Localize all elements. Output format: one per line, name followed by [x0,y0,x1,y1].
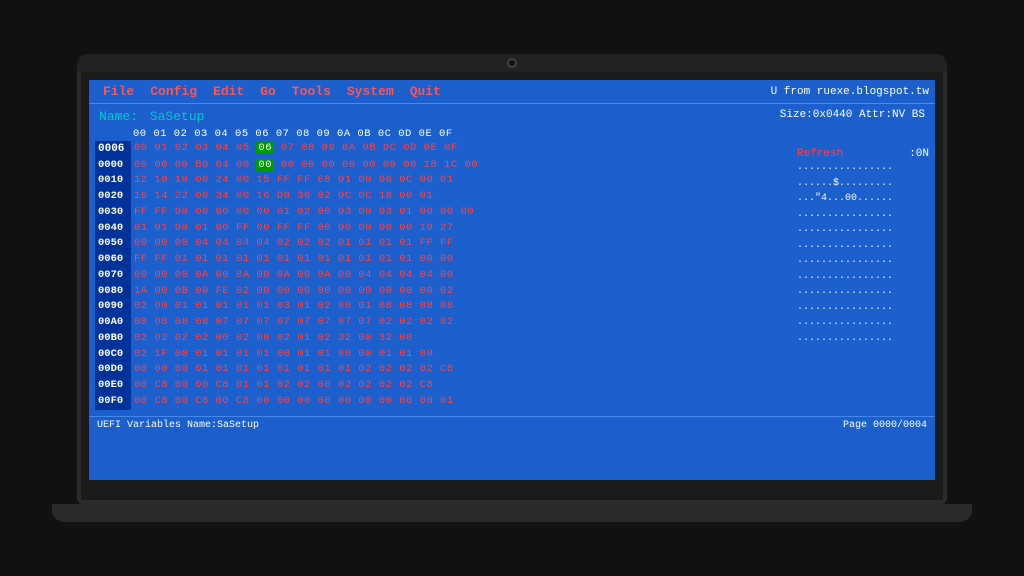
table-row: 00C0 02 1F 00 01 01 01 01 00 01 01 00 00… [95,347,789,363]
hex-bytes: 00 00 00 0A 00 0A 00 0A 00 0A 00 04 04 0… [134,268,454,284]
table-row: 00B0 02 02 02 02 00 02 00 02 01 02 32 00… [95,331,789,347]
hex-addr: 0040 [95,221,131,237]
menu-tools[interactable]: Tools [284,83,339,100]
ascii-row: ................ [797,284,929,300]
hex-addr: 0050 [95,236,131,252]
hex-bytes: 00 00 00 B0 04 00 00 00 00 00 00 00 00 0… [134,158,478,174]
status-right: Page 0000/0004 [843,420,927,431]
menu-bar: File Config Edit Go Tools System Quit U … [89,80,935,104]
hex-addr: 0020 [95,189,131,205]
table-row: 00F0 00 C8 00 C8 00 C8 00 00 00 00 00 00… [95,394,789,410]
hex-addr: 00A0 [95,315,131,331]
table-row: 00A0 08 08 08 08 07 07 07 07 07 07 07 07… [95,315,789,331]
hex-addr: 00C0 [95,347,131,363]
hex-addr: 00E0 [95,378,131,394]
table-row: 0060 FF FF 01 01 01 01 01 01 01 01 01 01… [95,252,789,268]
hex-bytes: 00 00 00 04 04 04 04 02 02 02 01 01 01 0… [134,236,454,252]
table-row: 0070 00 00 00 0A 00 0A 00 0A 00 0A 00 04… [95,268,789,284]
table-row: 0000 00 00 00 B0 04 00 00 00 00 00 00 00… [95,158,789,174]
ascii-row: ................ [797,315,929,331]
hex-bytes: FF FF 01 01 01 01 01 01 01 01 01 01 01 0… [134,252,454,268]
ascii-row: ................ [797,238,929,254]
table-row: 00E0 00 C8 00 00 C8 01 01 02 02 00 02 02… [95,378,789,394]
menu-config[interactable]: Config [142,83,205,100]
hex-bytes: 12 10 10 00 24 00 15 FF FF E8 01 00 06 0… [134,173,454,189]
ascii-row: ......$......... [797,176,929,192]
ascii-row: ................ [797,253,929,269]
table-row: 0020 16 14 22 00 34 00 16 D0 30 02 0C 0C… [95,189,789,205]
menu-file[interactable]: File [95,83,142,100]
ascii-row: ................ [797,331,929,347]
ascii-row: ................ [797,300,929,316]
hex-bytes: 00 00 00 01 01 01 01 01 01 01 01 02 02 0… [134,362,454,378]
status-left: UEFI Variables Name:SaSetup [97,420,259,431]
hex-bytes: 00 C8 00 00 C8 01 01 02 02 00 02 02 02 0… [134,378,433,394]
hex-addr: 0010 [95,173,131,189]
table-row: 0010 12 10 10 00 24 00 15 FF FF E8 01 00… [95,173,789,189]
hex-bytes: 01 01 00 01 00 FF 00 FF FF 00 00 00 00 0… [134,221,454,237]
name-row: Name: SaSetup [99,109,204,124]
table-row: 0006 00 01 02 03 04 05 06 07 08 09 0A 0B… [95,141,789,158]
hex-bytes: 02 00 01 01 01 01 01 03 01 02 00 01 08 0… [134,299,454,315]
hex-addr: 0060 [95,252,131,268]
menu-edit[interactable]: Edit [205,83,252,100]
hex-bytes: 1A 00 0B 00 FE 02 00 00 00 00 00 00 00 0… [134,284,454,300]
hex-bytes: 00 01 02 03 04 05 06 07 08 09 0A 0B 0C 0… [134,141,458,158]
size-label: Size:0x0440 Attr:NV BS [780,109,925,124]
ascii-row: ................ [797,160,929,176]
hex-addr: 00D0 [95,362,131,378]
menu-go[interactable]: Go [252,83,284,100]
ascii-row: ................ [797,207,929,223]
table-row: 0040 01 01 00 01 00 FF 00 FF FF 00 00 00… [95,221,789,237]
hex-addr: 0030 [95,205,131,221]
refresh-label: Refresh :0N [797,148,929,160]
menu-quit[interactable]: Quit [402,83,449,100]
hex-bytes: 00 C8 00 C8 00 C8 00 00 00 00 00 00 00 0… [134,394,454,410]
hex-addr: 0070 [95,268,131,284]
webcam [507,58,517,68]
hex-addr: 00F0 [95,394,131,410]
hex-addr: 0080 [95,284,131,300]
hex-addr: 0000 [95,158,131,174]
ascii-row: ..."4...00...... [797,191,929,207]
table-row: 00D0 00 00 00 01 01 01 01 01 01 01 01 02… [95,362,789,378]
ascii-row: ................ [797,222,929,238]
hex-addr: 0006 [95,141,131,158]
hex-bytes: 02 1F 00 01 01 01 01 00 01 01 00 00 01 0… [134,347,433,363]
menu-right-text: U from ruexe.blogspot.tw [771,86,929,98]
table-row: 0080 1A 00 0B 00 FE 02 00 00 00 00 00 00… [95,284,789,300]
hex-column-header: 00 01 02 03 04 05 06 07 08 09 0A 0B 0C 0… [133,128,453,140]
table-row: 0090 02 00 01 01 01 01 01 03 01 02 00 01… [95,299,789,315]
ascii-row: ................ [797,269,929,285]
status-bar: UEFI Variables Name:SaSetup Page 0000/00… [89,416,935,434]
hex-addr: 00B0 [95,331,131,347]
hex-bytes: 16 14 22 00 34 00 16 D0 30 02 0C 0C 18 0… [134,189,433,205]
table-row: 0030 FF FF 00 00 00 00 00 01 02 00 03 00… [95,205,789,221]
refresh-value: :0N [909,148,929,160]
hex-bytes: FF FF 00 00 00 00 00 01 02 00 03 00 03 0… [134,205,474,221]
hex-bytes: 08 08 08 08 07 07 07 07 07 07 07 07 02 0… [134,315,454,331]
screen: File Config Edit Go Tools System Quit U … [89,80,935,480]
table-row: 0050 00 00 00 04 04 04 04 02 02 02 01 01… [95,236,789,252]
menu-system[interactable]: System [339,83,402,100]
hex-addr: 0090 [95,299,131,315]
hex-bytes: 02 02 02 02 00 02 00 02 01 02 32 00 32 0… [134,331,413,347]
